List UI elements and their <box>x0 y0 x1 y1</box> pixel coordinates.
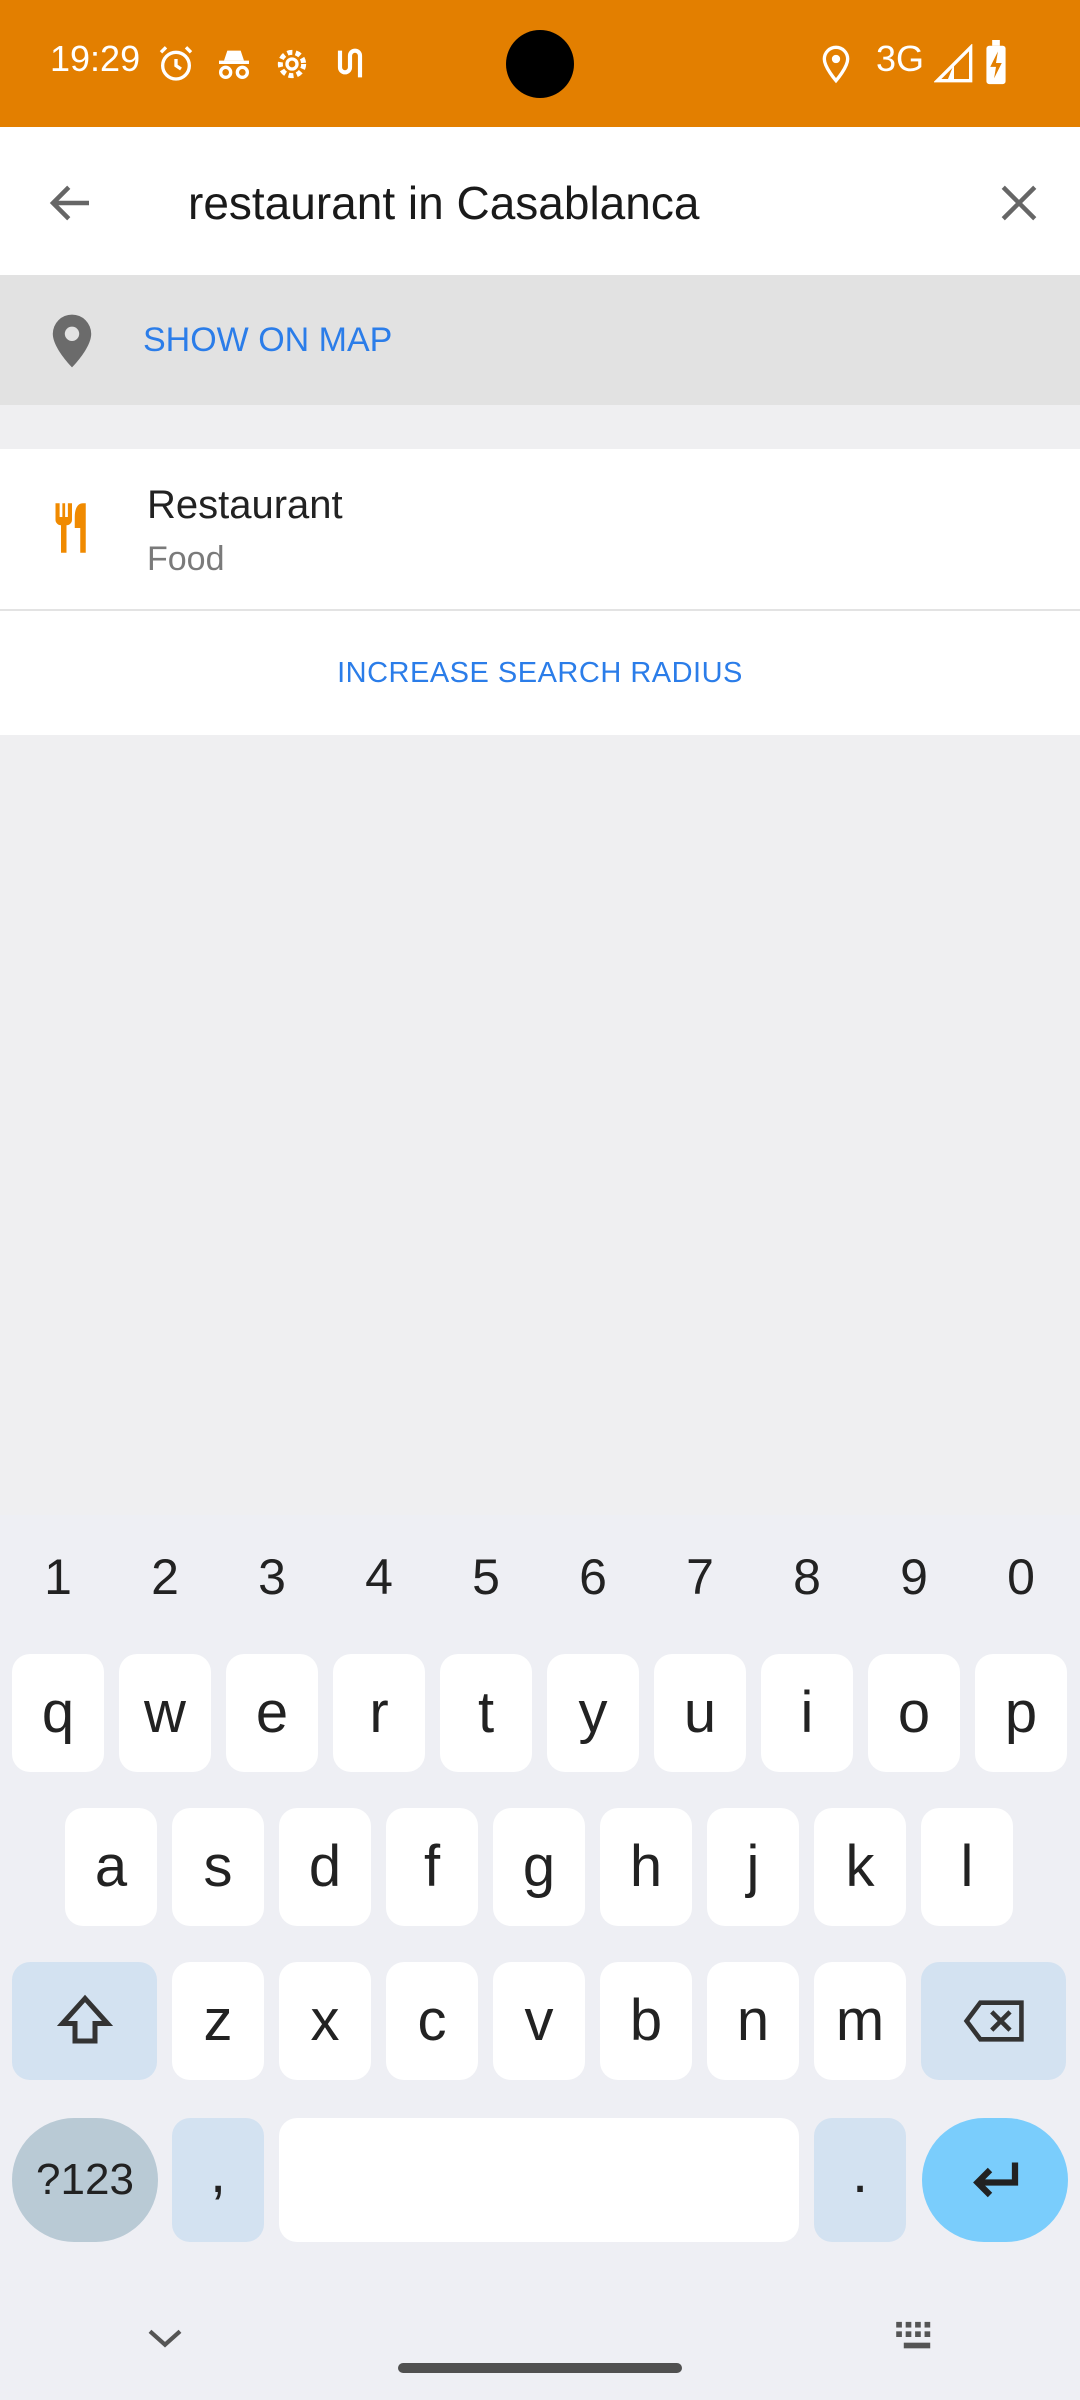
result-subtitle: Food <box>147 540 225 578</box>
key-r[interactable]: r <box>333 1654 425 1772</box>
key-v[interactable]: v <box>493 1962 585 2080</box>
key-7[interactable]: 7 <box>670 1548 730 1606</box>
status-time: 19:29 <box>50 38 141 79</box>
battery-charging-icon <box>986 40 1006 85</box>
space-key[interactable] <box>279 2118 799 2242</box>
key-8[interactable]: 8 <box>777 1548 837 1606</box>
show-on-map-button[interactable]: SHOW ON MAP <box>143 321 392 360</box>
settings-icon <box>277 49 307 79</box>
key-f[interactable]: f <box>386 1808 478 1926</box>
restaurant-icon <box>55 503 86 553</box>
shift-key[interactable] <box>12 1962 157 2080</box>
arrow-back-icon[interactable] <box>44 176 98 230</box>
period-key[interactable]: . <box>814 2118 906 2242</box>
key-l[interactable]: l <box>921 1808 1013 1926</box>
key-9[interactable]: 9 <box>884 1548 944 1606</box>
key-1[interactable]: 1 <box>28 1548 88 1606</box>
keyboard <box>0 1515 1080 2400</box>
status-bar: 19:29 3G <box>0 0 1080 127</box>
key-a[interactable]: a <box>65 1808 157 1926</box>
key-z[interactable]: z <box>172 1962 264 2080</box>
key-n[interactable]: n <box>707 1962 799 2080</box>
incognito-icon <box>219 50 249 80</box>
key-o[interactable]: o <box>868 1654 960 1772</box>
list-item[interactable] <box>0 449 1080 609</box>
key-5[interactable]: 5 <box>456 1548 516 1606</box>
alarm-icon <box>159 46 193 81</box>
usb-icon <box>337 48 363 78</box>
comma-key[interactable]: , <box>172 2118 264 2242</box>
key-x[interactable]: x <box>279 1962 371 2080</box>
chevron-down-icon[interactable] <box>145 2326 185 2350</box>
key-g[interactable]: g <box>493 1808 585 1926</box>
key-m[interactable]: m <box>814 1962 906 2080</box>
key-w[interactable]: w <box>119 1654 211 1772</box>
key-u[interactable]: u <box>654 1654 746 1772</box>
key-c[interactable]: c <box>386 1962 478 2080</box>
key-y[interactable]: y <box>547 1654 639 1772</box>
network-type: 3G <box>876 38 925 79</box>
key-2[interactable]: 2 <box>135 1548 195 1606</box>
backspace-icon <box>963 2000 1024 2042</box>
key-h[interactable]: h <box>600 1808 692 1926</box>
key-b[interactable]: b <box>600 1962 692 2080</box>
enter-key[interactable] <box>922 2118 1068 2242</box>
key-p[interactable]: p <box>975 1654 1067 1772</box>
shift-icon <box>56 1994 113 2044</box>
home-indicator[interactable] <box>398 2363 682 2373</box>
key-4[interactable]: 4 <box>349 1548 409 1606</box>
symbols-key[interactable]: ?123 <box>12 2118 158 2242</box>
key-3[interactable]: 3 <box>242 1548 302 1606</box>
key-k[interactable]: k <box>814 1808 906 1926</box>
map-pin-icon <box>52 314 92 368</box>
result-title: Restaurant <box>147 483 343 527</box>
close-icon[interactable] <box>992 176 1046 230</box>
keyboard-icon[interactable] <box>894 2320 940 2354</box>
increase-radius-button[interactable]: INCREASE SEARCH RADIUS <box>0 657 1080 690</box>
key-e[interactable]: e <box>226 1654 318 1772</box>
backspace-key[interactable] <box>921 1962 1066 2080</box>
key-q[interactable]: q <box>12 1654 104 1772</box>
key-d[interactable]: d <box>279 1808 371 1926</box>
search-input[interactable]: restaurant in Casablanca <box>188 176 699 230</box>
key-t[interactable]: t <box>440 1654 532 1772</box>
key-j[interactable]: j <box>707 1808 799 1926</box>
key-s[interactable]: s <box>172 1808 264 1926</box>
key-0[interactable]: 0 <box>991 1548 1051 1606</box>
key-i[interactable]: i <box>761 1654 853 1772</box>
front-camera <box>506 30 574 98</box>
location-icon <box>822 45 850 84</box>
key-6[interactable]: 6 <box>563 1548 623 1606</box>
enter-icon <box>973 2162 1019 2198</box>
signal-icon <box>934 44 973 83</box>
